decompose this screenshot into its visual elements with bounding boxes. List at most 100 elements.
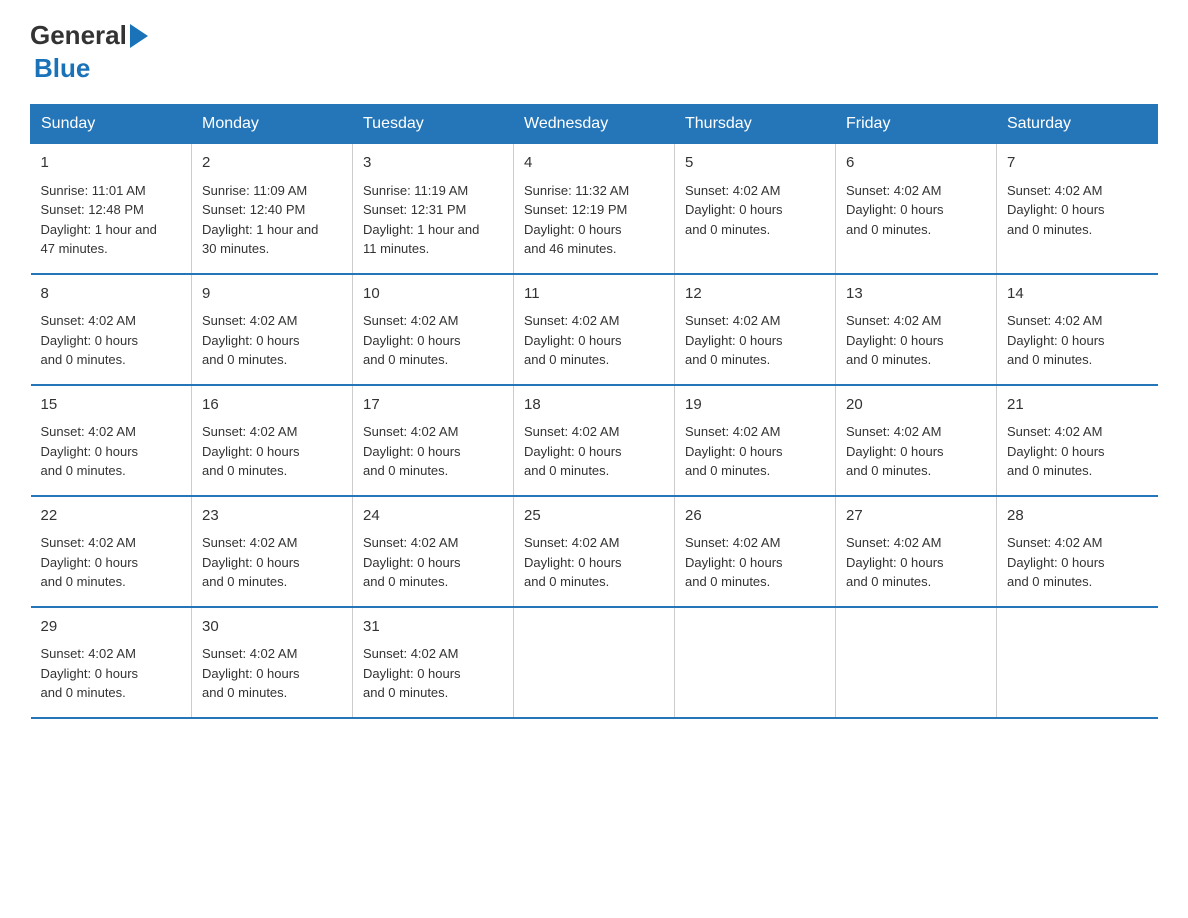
day-info: Sunset: 4:02 AM Daylight: 0 hours and 0 … [363,533,503,592]
page-header: General Blue [30,20,1158,84]
day-info: Sunset: 4:02 AM Daylight: 0 hours and 0 … [524,533,664,592]
calendar-cell: 4Sunrise: 11:32 AM Sunset: 12:19 PM Dayl… [514,144,675,274]
day-number: 2 [202,152,342,175]
day-number: 12 [685,283,825,306]
calendar-cell: 28 Sunset: 4:02 AM Daylight: 0 hours and … [997,496,1158,607]
day-info: Sunset: 4:02 AM Daylight: 0 hours and 0 … [202,311,342,370]
calendar-cell: 27 Sunset: 4:02 AM Daylight: 0 hours and … [836,496,997,607]
calendar-header: SundayMondayTuesdayWednesdayThursdayFrid… [31,105,1158,144]
day-number: 16 [202,394,342,417]
calendar-cell: 26 Sunset: 4:02 AM Daylight: 0 hours and … [675,496,836,607]
day-info: Sunset: 4:02 AM Daylight: 0 hours and 0 … [202,533,342,592]
calendar-cell [997,607,1158,718]
day-info: Sunrise: 11:09 AM Sunset: 12:40 PM Dayli… [202,181,342,259]
day-info: Sunset: 4:02 AM Daylight: 0 hours and 0 … [685,533,825,592]
calendar-cell: 18Sunset: 4:02 AM Daylight: 0 hours and … [514,385,675,496]
day-number: 15 [41,394,182,417]
day-info: Sunset: 4:02 AM Daylight: 0 hours and 0 … [846,181,986,240]
day-info: Sunset: 4:02 AM Daylight: 0 hours and 0 … [1007,533,1148,592]
calendar-cell: 23Sunset: 4:02 AM Daylight: 0 hours and … [192,496,353,607]
calendar-cell: 29Sunset: 4:02 AM Daylight: 0 hours and … [31,607,192,718]
header-day-saturday: Saturday [997,105,1158,144]
day-number: 17 [363,394,503,417]
calendar-cell [514,607,675,718]
day-number: 3 [363,152,503,175]
day-number: 18 [524,394,664,417]
day-number: 8 [41,283,182,306]
day-number: 22 [41,505,182,528]
day-number: 11 [524,283,664,306]
week-row-1: 1 Sunrise: 11:01 AM Sunset: 12:48 PM Dayl… [31,144,1158,274]
day-number: 25 [524,505,664,528]
calendar-cell: 19 Sunset: 4:02 AM Daylight: 0 hours and … [675,385,836,496]
day-number: 9 [202,283,342,306]
day-info: Sunrise: 11:19 AM Sunset: 12:31 PM Dayli… [363,181,503,259]
day-info: Sunset: 4:02 AM Daylight: 0 hours and 0 … [685,422,825,481]
calendar-cell: 21 Sunset: 4:02 AM Daylight: 0 hours and … [997,385,1158,496]
day-number: 6 [846,152,986,175]
header-day-wednesday: Wednesday [514,105,675,144]
day-number: 28 [1007,505,1148,528]
calendar-cell: 1 Sunrise: 11:01 AM Sunset: 12:48 PM Dayl… [31,144,192,274]
calendar-cell: 14 Sunset: 4:02 AM Daylight: 0 hours and … [997,274,1158,385]
day-info: Sunset: 4:02 AM Daylight: 0 hours and 0 … [1007,311,1148,370]
day-number: 27 [846,505,986,528]
logo: General Blue [30,20,148,84]
day-info: Sunset: 4:02 AM Daylight: 0 hours and 0 … [363,422,503,481]
calendar-cell: 9 Sunset: 4:02 AM Daylight: 0 hours and 0… [192,274,353,385]
day-number: 10 [363,283,503,306]
calendar-cell: 31 Sunset: 4:02 AM Daylight: 0 hours and … [353,607,514,718]
day-info: Sunset: 4:02 AM Daylight: 0 hours and 0 … [846,533,986,592]
day-info: Sunset: 4:02 AM Daylight: 0 hours and 0 … [363,311,503,370]
day-number: 21 [1007,394,1148,417]
day-info: Sunset: 4:02 AM Daylight: 0 hours and 0 … [41,533,182,592]
calendar-body: 1 Sunrise: 11:01 AM Sunset: 12:48 PM Dayl… [31,144,1158,718]
day-info: Sunset: 4:02 AM Daylight: 0 hours and 0 … [846,311,986,370]
calendar-cell: 2 Sunrise: 11:09 AM Sunset: 12:40 PM Dayl… [192,144,353,274]
day-number: 24 [363,505,503,528]
header-day-monday: Monday [192,105,353,144]
week-row-4: 22 Sunset: 4:02 AM Daylight: 0 hours and … [31,496,1158,607]
calendar-cell: 16 Sunset: 4:02 AM Daylight: 0 hours and … [192,385,353,496]
day-number: 1 [41,152,182,175]
calendar-cell: 17 Sunset: 4:02 AM Daylight: 0 hours and … [353,385,514,496]
day-number: 5 [685,152,825,175]
calendar-cell: 12Sunset: 4:02 AM Daylight: 0 hours and … [675,274,836,385]
calendar-cell: 15 Sunset: 4:02 AM Daylight: 0 hours and … [31,385,192,496]
day-info: Sunset: 4:02 AM Daylight: 0 hours and 0 … [1007,181,1148,240]
calendar-table: SundayMondayTuesdayWednesdayThursdayFrid… [30,104,1158,719]
calendar-cell: 22 Sunset: 4:02 AM Daylight: 0 hours and … [31,496,192,607]
day-number: 31 [363,616,503,639]
day-number: 4 [524,152,664,175]
day-number: 7 [1007,152,1148,175]
calendar-cell: 3 Sunrise: 11:19 AM Sunset: 12:31 PM Dayl… [353,144,514,274]
day-number: 19 [685,394,825,417]
calendar-cell: 8Sunset: 4:02 AM Daylight: 0 hours and 0… [31,274,192,385]
day-info: Sunset: 4:02 AM Daylight: 0 hours and 0 … [41,422,182,481]
header-row: SundayMondayTuesdayWednesdayThursdayFrid… [31,105,1158,144]
day-number: 20 [846,394,986,417]
calendar-cell: 6 Sunset: 4:02 AM Daylight: 0 hours and 0… [836,144,997,274]
day-info: Sunrise: 11:01 AM Sunset: 12:48 PM Dayli… [41,181,182,259]
day-info: Sunset: 4:02 AM Daylight: 0 hours and 0 … [685,181,825,240]
day-info: Sunset: 4:02 AM Daylight: 0 hours and 0 … [1007,422,1148,481]
calendar-cell: 30 Sunset: 4:02 AM Daylight: 0 hours and … [192,607,353,718]
logo-blue: Blue [34,53,148,84]
day-info: Sunset: 4:02 AM Daylight: 0 hours and 0 … [202,422,342,481]
day-info: Sunset: 4:02 AM Daylight: 0 hours and 0 … [202,644,342,703]
day-number: 26 [685,505,825,528]
header-day-tuesday: Tuesday [353,105,514,144]
header-day-sunday: Sunday [31,105,192,144]
calendar-cell: 13 Sunset: 4:02 AM Daylight: 0 hours and … [836,274,997,385]
calendar-cell [675,607,836,718]
day-info: Sunset: 4:02 AM Daylight: 0 hours and 0 … [524,311,664,370]
day-number: 14 [1007,283,1148,306]
calendar-cell: 10 Sunset: 4:02 AM Daylight: 0 hours and … [353,274,514,385]
day-number: 30 [202,616,342,639]
calendar-cell: 24 Sunset: 4:02 AM Daylight: 0 hours and … [353,496,514,607]
day-info: Sunset: 4:02 AM Daylight: 0 hours and 0 … [363,644,503,703]
week-row-2: 8 Sunset: 4:02 AM Daylight: 0 hours and 0… [31,274,1158,385]
calendar-cell: 11 Sunset: 4:02 AM Daylight: 0 hours and … [514,274,675,385]
day-number: 13 [846,283,986,306]
logo-arrow-icon [130,24,148,48]
